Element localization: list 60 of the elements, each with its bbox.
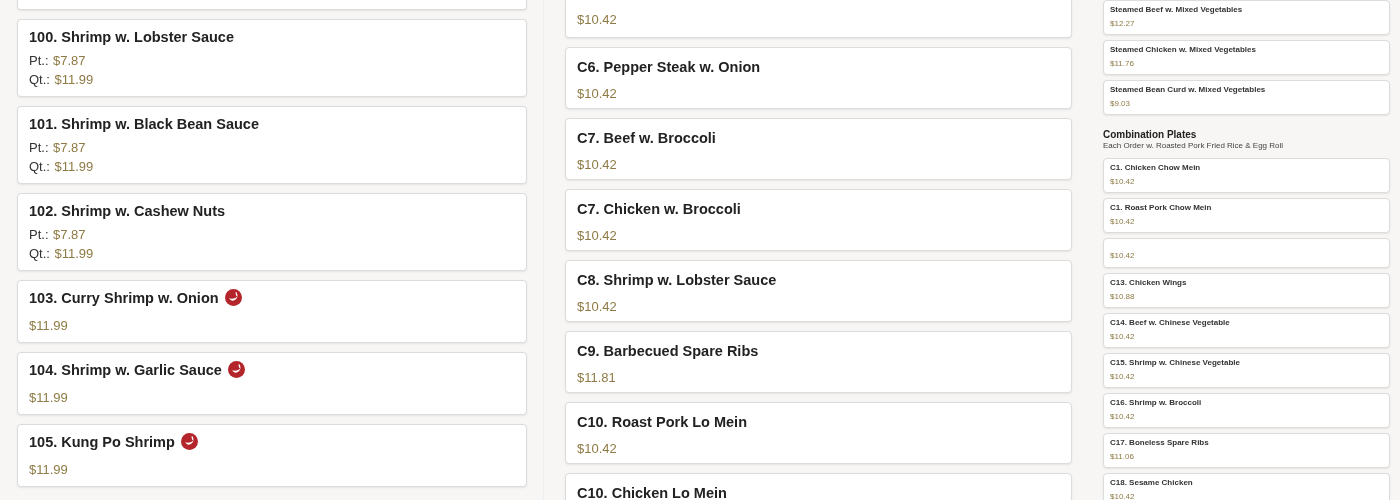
dish-name: Steamed Chicken w. Mixed Vegetables — [1110, 45, 1257, 55]
dish-name: 101. Shrimp w. Black Bean Sauce — [29, 116, 259, 132]
dish-name: C1. Roast Pork Chow Mein — [1110, 203, 1213, 213]
price: $10.42 — [577, 11, 618, 29]
size-label: Pt.: — [29, 140, 49, 155]
section-heading: Combination Plates — [1103, 129, 1198, 141]
dish-name: C1. Chicken Chow Mein — [1110, 163, 1202, 173]
price: $12.27 — [1110, 19, 1136, 29]
dish-name: C7. Beef w. Broccoli — [577, 129, 717, 147]
section-subtitle: Each Order w. Roasted Pork Fried Rice & Egg Roll — [1103, 141, 1285, 151]
dish-name: 103. Curry Shrimp w. Onion — [29, 290, 219, 306]
price: $10.42 — [1110, 217, 1136, 227]
dish-name: 105. Kung Po Shrimp — [29, 434, 175, 450]
price: $11.81 — [577, 369, 617, 387]
price: $11.99 — [54, 159, 94, 174]
dish-name: Steamed Beef w. Mixed Vegetables — [1110, 5, 1244, 15]
dish-name: C7. Chicken w. Broccoli — [577, 200, 742, 218]
price: $10.42 — [1110, 251, 1136, 261]
price: $11.99 — [29, 462, 68, 477]
dish-name: C9. Barbecued Spare Ribs — [577, 342, 760, 360]
dish-name: 100. Shrimp w. Lobster Sauce — [29, 29, 234, 45]
size-label: Pt.: — [29, 227, 49, 242]
size-label: Qt.: — [29, 72, 50, 87]
price: $10.42 — [1110, 412, 1136, 422]
price: $7.87 — [52, 227, 86, 242]
dish-name: C10. Chicken Lo Mein — [577, 484, 728, 500]
dish-name: C6. Pepper Steak w. Onion — [577, 58, 762, 76]
dish-name: C17. Boneless Spare Ribs — [1110, 438, 1210, 448]
price: $9.03 — [1110, 99, 1132, 109]
price: $11.99 — [29, 390, 68, 405]
price: $10.42 — [577, 227, 618, 245]
price: $10.42 — [1110, 372, 1136, 382]
price: $7.87 — [52, 140, 86, 155]
price: $10.42 — [1110, 332, 1136, 342]
price: $10.42 — [1110, 492, 1136, 500]
price: $10.42 — [577, 440, 618, 458]
dish-name: C14. Beef w. Chinese Vegetable — [1110, 318, 1231, 328]
size-label: Qt.: — [29, 159, 50, 174]
dish-name: 102. Shrimp w. Cashew Nuts — [29, 203, 226, 219]
price: $11.99 — [29, 318, 68, 333]
price: $10.42 — [577, 156, 618, 174]
dish-name: C13. Chicken Wings — [1110, 278, 1188, 288]
price: $10.88 — [1110, 292, 1136, 302]
price: $7.87 — [52, 53, 86, 68]
price: $11.06 — [1110, 452, 1135, 462]
price: $11.99 — [54, 246, 94, 261]
dish-name: 104. Shrimp w. Garlic Sauce — [29, 362, 222, 378]
size-label: Pt.: — [29, 53, 49, 68]
dish-name: C16. Shrimp w. Broccoli — [1110, 398, 1203, 408]
dish-name: C15. Shrimp w. Chinese Vegetable — [1110, 358, 1241, 368]
dish-name: Steamed Bean Curd w. Mixed Vegetables — [1110, 85, 1267, 95]
price: $10.42 — [577, 85, 618, 103]
dish-name: C10. Roast Pork Lo Mein — [577, 413, 748, 431]
size-label: Qt.: — [29, 246, 50, 261]
price: $11.99 — [54, 72, 94, 87]
price: $10.42 — [1110, 177, 1136, 187]
price: $10.42 — [577, 298, 618, 316]
price: $11.76 — [1110, 59, 1135, 69]
dish-name: C18. Sesame Chicken — [1110, 478, 1194, 488]
dish-name: C8. Shrimp w. Lobster Sauce — [577, 271, 778, 289]
